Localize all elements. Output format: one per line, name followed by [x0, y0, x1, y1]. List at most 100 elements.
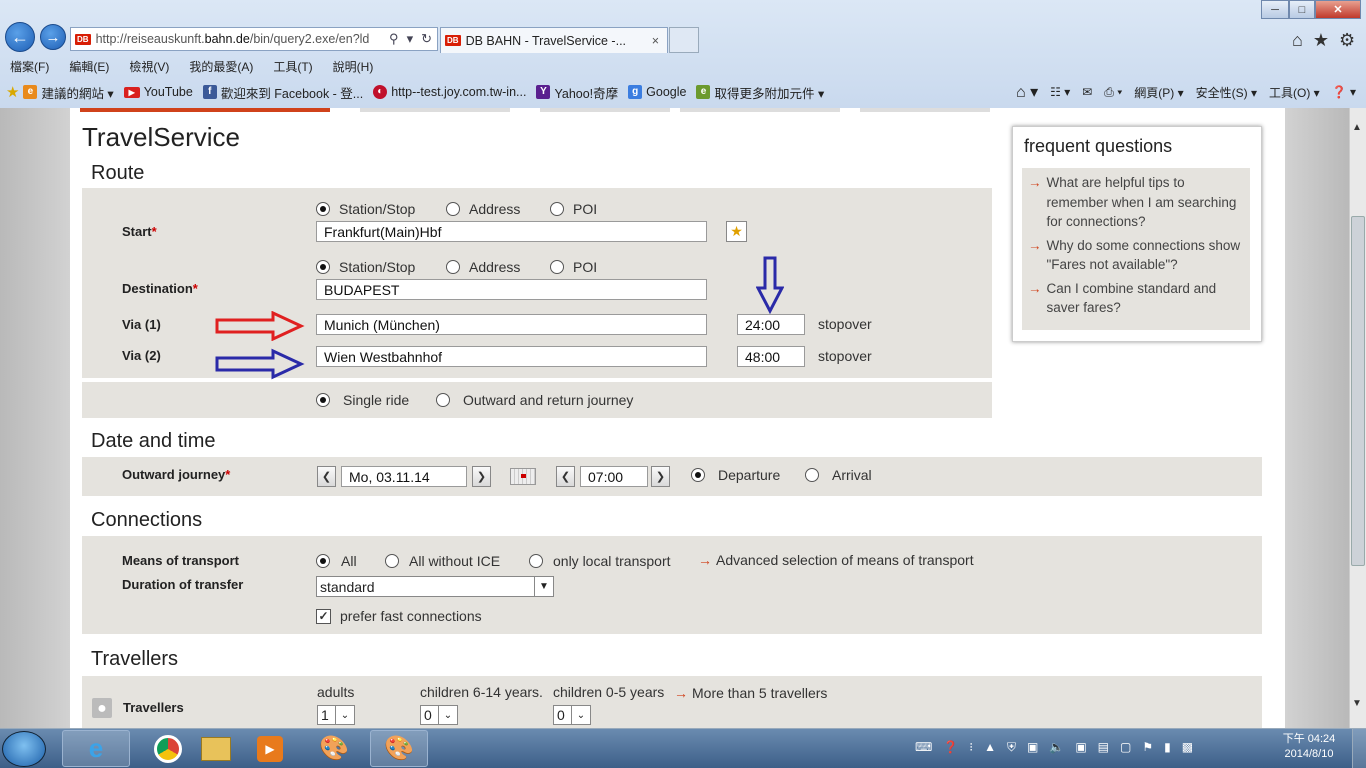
faq-item[interactable]: → Can I combine standard and saver fares?: [1028, 279, 1244, 318]
start-opt-poi[interactable]: POI: [550, 201, 597, 217]
display-icon[interactable]: ▢: [1120, 740, 1131, 755]
destination-input[interactable]: BUDAPEST: [316, 279, 707, 300]
via1-stopover-input[interactable]: 24:00: [737, 314, 805, 335]
dest-opt-address[interactable]: Address: [446, 259, 520, 275]
nav-tab[interactable]: [360, 108, 510, 112]
time-next-button[interactable]: ❯: [651, 466, 670, 487]
scroll-down-icon[interactable]: ▼: [1352, 698, 1362, 709]
tab-db-bahn[interactable]: DB DB BAHN - TravelService -... ×: [440, 27, 668, 53]
single-ride-option[interactable]: Single ride: [316, 392, 409, 408]
shield-icon[interactable]: ⛨: [1007, 740, 1016, 755]
dest-opt-station[interactable]: Station/Stop: [316, 259, 415, 275]
arrival-option[interactable]: Arrival: [805, 467, 872, 483]
menu-favorites[interactable]: 我的最愛(A): [179, 58, 263, 75]
checkbox-checked-icon[interactable]: ✓: [316, 608, 331, 624]
nav-tab[interactable]: [540, 108, 670, 112]
volume-icon[interactable]: 🔈: [1049, 740, 1064, 755]
time-prev-button[interactable]: ❮: [556, 466, 575, 487]
date-input[interactable]: Mo, 03.11.14: [341, 466, 467, 487]
date-next-button[interactable]: ❯: [472, 466, 491, 487]
via2-stopover-input[interactable]: 48:00: [737, 346, 805, 367]
transport-all-option[interactable]: All: [316, 553, 357, 569]
duration-transfer-select[interactable]: standard ▼: [316, 576, 554, 597]
rss-icon[interactable]: ☷ ▾: [1050, 85, 1070, 99]
start-button[interactable]: [2, 731, 46, 767]
faq-item[interactable]: → Why do some connections show "Fares not…: [1028, 236, 1244, 275]
menu-tools[interactable]: 工具(T): [263, 58, 322, 75]
adults-select[interactable]: 1 ⌄: [317, 705, 355, 725]
start-input[interactable]: Frankfurt(Main)Hbf: [316, 221, 707, 242]
page-scrollbar[interactable]: ▲ ▼: [1349, 108, 1366, 728]
signal-icon[interactable]: ▮: [1164, 740, 1171, 755]
menu-file[interactable]: 檔案(F): [0, 58, 59, 75]
departure-option[interactable]: Departure: [691, 467, 780, 483]
fav-suggested[interactable]: e 建議的網站 ▾: [23, 83, 114, 102]
time-input[interactable]: 07:00: [580, 466, 648, 487]
refresh-icon[interactable]: ↻: [421, 31, 432, 47]
clock[interactable]: 下午 04:24 2014/8/10: [1279, 732, 1339, 762]
dropdown-icon[interactable]: ▾: [407, 31, 414, 47]
fav-google[interactable]: g Google: [628, 85, 686, 99]
transport-no-ice-option[interactable]: All without ICE: [385, 553, 500, 569]
fav-joy[interactable]: ◐ http--test.joy.com.tw-in...: [373, 85, 526, 99]
favorites-star-icon[interactable]: ★: [1313, 30, 1329, 51]
menu-help[interactable]: 說明(H): [323, 58, 384, 75]
flag-icon[interactable]: ⚑: [1142, 740, 1153, 755]
menu-safety[interactable]: 安全性(S) ▾: [1196, 84, 1257, 101]
show-desktop-button[interactable]: [1352, 729, 1366, 768]
children-0-5-select[interactable]: 0 ⌄: [553, 705, 591, 725]
start-opt-station[interactable]: Station/Stop: [316, 201, 415, 217]
transport-local-option[interactable]: only local transport: [529, 553, 671, 569]
scroll-up-icon[interactable]: ▲: [1352, 122, 1362, 133]
forward-button[interactable]: →: [40, 24, 66, 50]
taskbar-ie[interactable]: e: [62, 730, 130, 767]
menu-edit[interactable]: 編輯(E): [59, 58, 119, 75]
prefer-fast-checkbox[interactable]: ✓ prefer fast connections: [316, 608, 482, 624]
menu-tools-cmd[interactable]: 工具(O) ▾: [1269, 84, 1320, 101]
advanced-transport-link[interactable]: → Advanced selection of means of transpor…: [698, 552, 974, 568]
keyboard-icon[interactable]: ⌨: [915, 740, 932, 755]
nvidia-icon[interactable]: ▲: [984, 740, 996, 755]
taskbar-app[interactable]: 🎨: [300, 730, 368, 767]
close-window-button[interactable]: ✕: [1315, 0, 1361, 19]
help-icon[interactable]: ❓ ▾: [1332, 85, 1356, 99]
maximize-button[interactable]: □: [1289, 0, 1315, 19]
minimize-button[interactable]: ─: [1261, 0, 1289, 19]
menu-view[interactable]: 檢視(V): [119, 58, 179, 75]
network-tray-icon[interactable]: ▩: [1182, 740, 1193, 755]
start-opt-address[interactable]: Address: [446, 201, 520, 217]
fav-facebook[interactable]: f 歡迎來到 Facebook - 登...: [202, 83, 363, 102]
via1-input[interactable]: Munich (München): [316, 314, 707, 335]
calendar-icon[interactable]: [510, 468, 536, 485]
favorites-star-icon[interactable]: ★: [6, 83, 19, 101]
nav-tab[interactable]: [860, 108, 990, 112]
mail-icon[interactable]: ✉: [1082, 85, 1092, 99]
menu-page[interactable]: 網頁(P) ▾: [1134, 84, 1183, 101]
fav-yahoo[interactable]: Y Yahoo!奇摩: [536, 83, 618, 102]
home-icon[interactable]: ⌂: [1292, 30, 1303, 51]
monitor-icon[interactable]: ▣: [1075, 740, 1086, 755]
network-icon[interactable]: ▤: [1098, 740, 1109, 755]
tray-expand-icon[interactable]: ⁝: [969, 740, 973, 755]
dest-opt-poi[interactable]: POI: [550, 259, 597, 275]
fav-youtube[interactable]: ▶ YouTube: [123, 85, 193, 99]
close-tab-icon[interactable]: ×: [652, 34, 659, 48]
settings-gear-icon[interactable]: ⚙: [1339, 30, 1355, 51]
new-tab-button[interactable]: [669, 27, 699, 53]
fav-addons[interactable]: e 取得更多附加元件 ▾: [696, 83, 824, 102]
nav-tab[interactable]: [680, 108, 840, 112]
lock-icon[interactable]: ▣: [1027, 740, 1038, 755]
date-prev-button[interactable]: ❮: [317, 466, 336, 487]
help-tray-icon[interactable]: ❓: [943, 740, 958, 755]
address-bar[interactable]: DB http://reiseauskunft. bahn.de/bin/quer…: [70, 27, 438, 51]
print-icon[interactable]: ⎙ ▾: [1104, 85, 1122, 100]
nav-tab-active[interactable]: [80, 108, 330, 112]
via2-input[interactable]: Wien Westbahnhof: [316, 346, 707, 367]
taskbar-media[interactable]: ▶: [236, 730, 304, 767]
search-icon[interactable]: ⚲: [389, 31, 399, 47]
children-6-14-select[interactable]: 0 ⌄: [420, 705, 458, 725]
taskbar-paint[interactable]: 🎨: [370, 730, 428, 767]
home-icon[interactable]: ⌂ ▾: [1016, 82, 1038, 102]
return-journey-option[interactable]: Outward and return journey: [436, 392, 633, 408]
back-button[interactable]: ←: [5, 22, 35, 52]
